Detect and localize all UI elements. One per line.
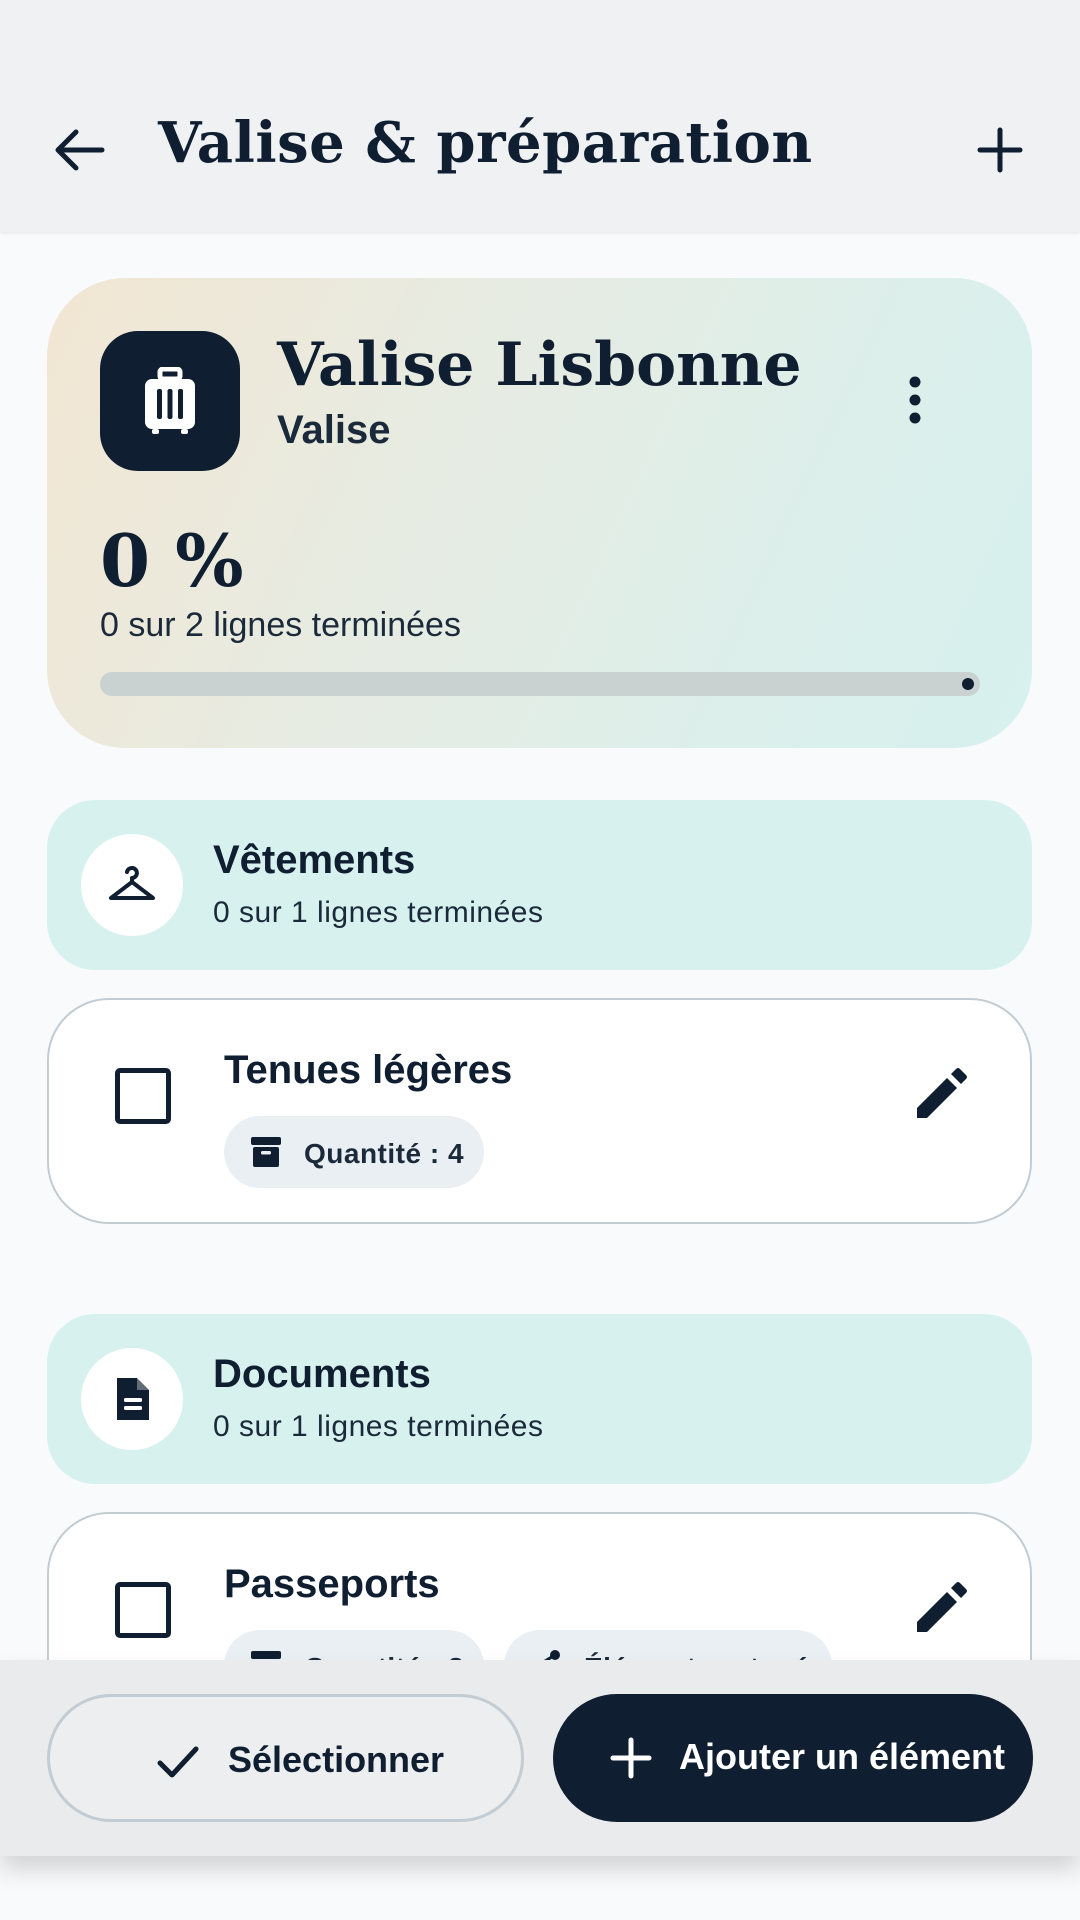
select-button[interactable]: Sélectionner (47, 1694, 524, 1822)
packing-summary-card: Valise Lisbonne Valise 0 % 0 sur 2 ligne… (47, 278, 1032, 748)
document-icon (117, 1378, 149, 1420)
packing-list-name: Valise Lisbonne (277, 330, 802, 400)
add-item-button-label: Ajouter un élément (679, 1736, 1006, 1777)
category-header-vetements[interactable]: Vêtements 0 sur 1 lignes terminées (47, 800, 1032, 970)
category-icon-circle (81, 834, 183, 936)
top-app-bar: Valise & préparation (0, 0, 1080, 232)
progress-end-dot (962, 678, 974, 690)
list-item-passeports[interactable]: Passeports Quantité : 2 Élément partagé (47, 1512, 1032, 1660)
category-name: Documents (213, 1352, 431, 1396)
bottom-action-bar: Sélectionner Ajouter un élément (0, 1660, 1080, 1856)
quantity-chip-label: Quantité : 4 (304, 1138, 465, 1169)
item-name: Tenues légères (224, 1048, 513, 1092)
quantity-chip-label: Quantité : 2 (304, 1652, 464, 1660)
archive-box-icon (251, 1651, 281, 1659)
category-name: Vêtements (213, 838, 416, 882)
back-arrow-icon[interactable] (48, 118, 112, 182)
progress-text: 0 sur 2 lignes terminées (100, 606, 461, 644)
packing-list-type: Valise (277, 408, 391, 452)
edit-pencil-icon[interactable] (909, 1066, 969, 1126)
quantity-chip: Quantité : 2 (224, 1630, 484, 1660)
category-progress-text: 0 sur 1 lignes terminées (213, 1410, 544, 1443)
progress-percent: 0 % (100, 518, 244, 603)
item-name: Passeports (224, 1562, 440, 1606)
hanger-icon (109, 866, 155, 900)
scroll-content: Valise & préparation Valise Lisbonne Val… (0, 0, 1080, 1660)
add-icon[interactable] (968, 118, 1032, 182)
plus-icon (610, 1737, 652, 1779)
suitcase-icon (145, 367, 195, 434)
category-header-documents[interactable]: Documents 0 sur 1 lignes terminées (47, 1314, 1032, 1484)
item-checkbox[interactable] (115, 1068, 171, 1124)
progress-bar (100, 672, 980, 696)
select-button-label: Sélectionner (228, 1739, 445, 1780)
item-checkbox[interactable] (115, 1582, 171, 1638)
list-item-tenues-legeres[interactable]: Tenues légères Quantité : 4 (47, 998, 1032, 1224)
category-progress-text: 0 sur 1 lignes terminées (213, 896, 544, 929)
shared-chip-label: Élément partagé (584, 1652, 809, 1660)
suitcase-badge (100, 331, 240, 471)
add-item-button[interactable]: Ajouter un élément (553, 1694, 1033, 1822)
edit-pencil-icon[interactable] (909, 1580, 969, 1640)
archive-box-icon (251, 1137, 281, 1167)
share-icon (543, 1650, 560, 1660)
more-options-icon[interactable] (895, 370, 935, 430)
page-title: Valise & préparation (158, 110, 813, 176)
checkmark-icon (157, 1746, 199, 1778)
category-icon-circle (81, 1348, 183, 1450)
shared-chip: Élément partagé (504, 1630, 832, 1660)
quantity-chip: Quantité : 4 (224, 1116, 484, 1188)
